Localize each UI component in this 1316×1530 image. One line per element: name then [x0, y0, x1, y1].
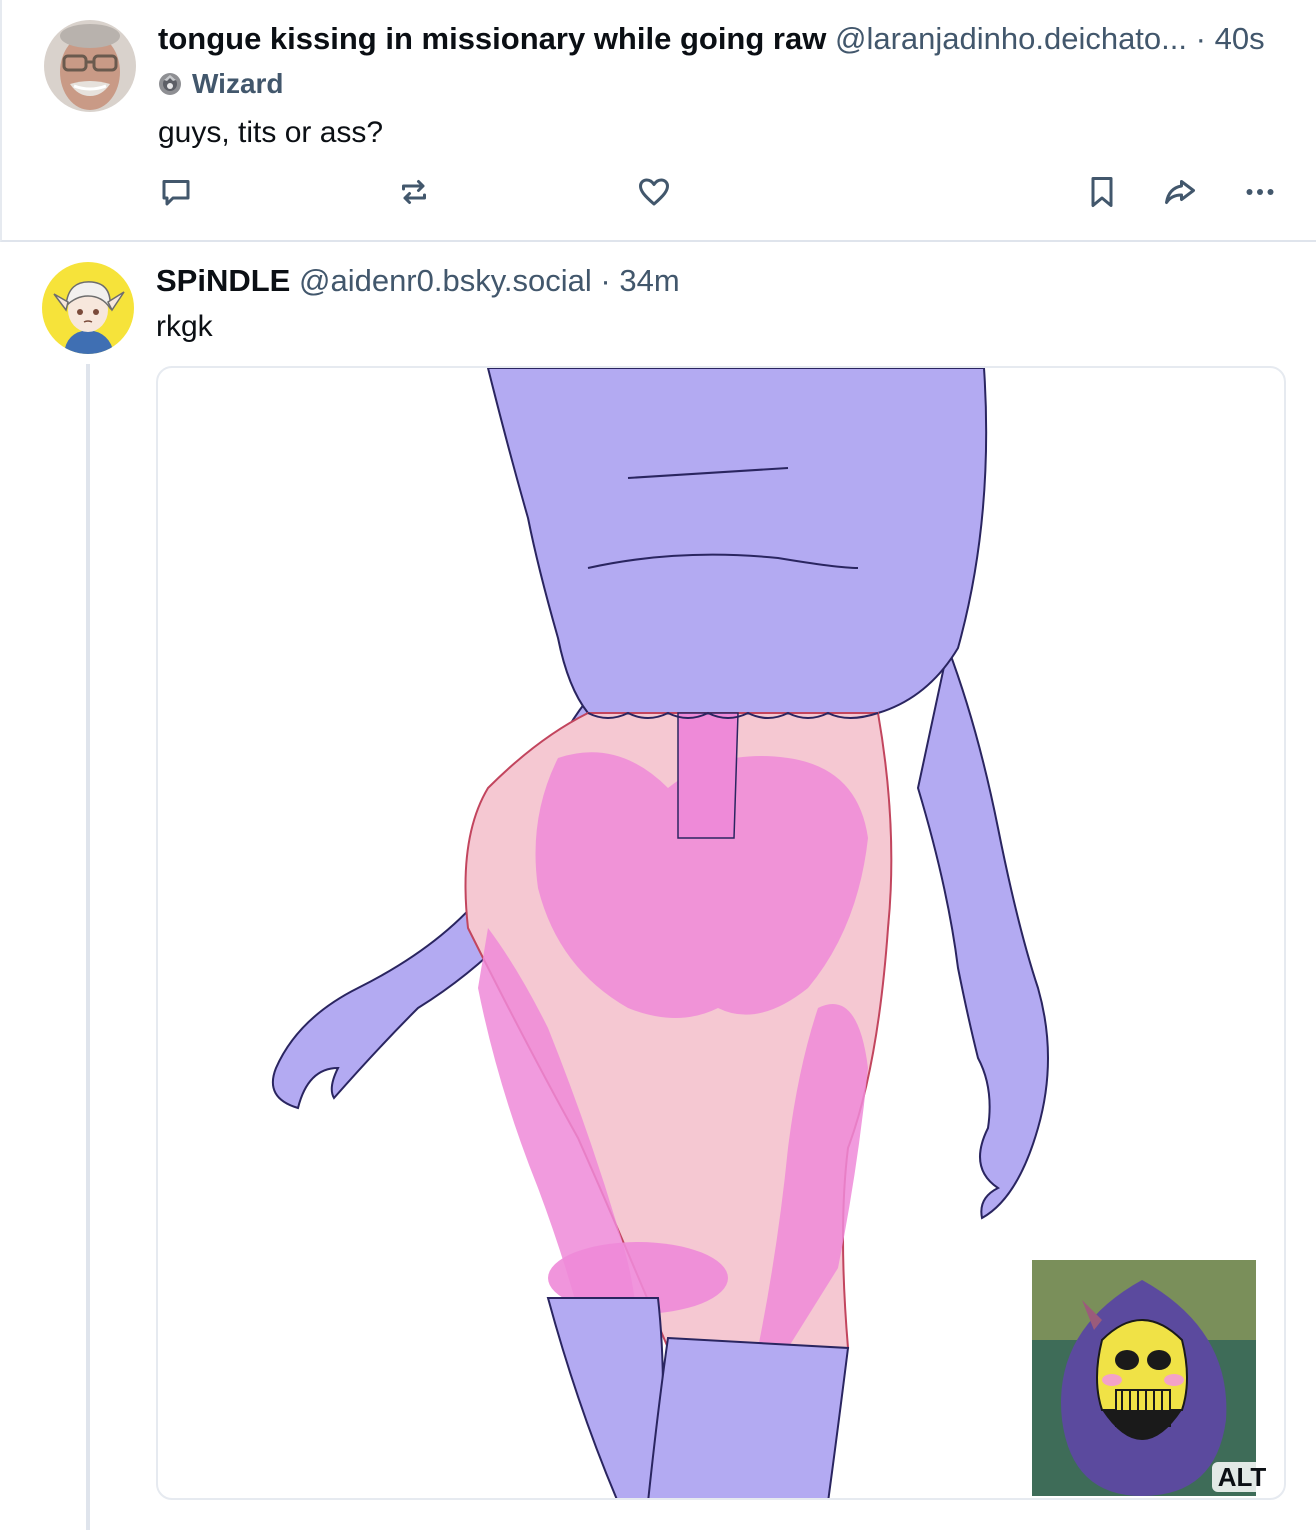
post-image[interactable]: ALT [156, 366, 1286, 1500]
reply-button[interactable] [156, 172, 196, 212]
repost-icon [402, 180, 426, 204]
thread-line [86, 364, 90, 1530]
post-text: rkgk [156, 310, 213, 343]
timestamp[interactable]: 40s [1215, 21, 1265, 56]
avatar-photo [44, 20, 136, 112]
repost-button[interactable] [394, 172, 434, 212]
display-name[interactable]: tongue kissing in missionary while going… [158, 21, 826, 56]
alt-text-button[interactable]: ALT [1212, 1462, 1272, 1492]
skeletor-reaction-image [1032, 1260, 1256, 1496]
handle[interactable]: @laranjadinho.deichato... [835, 21, 1187, 56]
post-card[interactable]: SPiNDLE @aidenr0.bsky.social · 34m rkgk [0, 242, 1316, 1530]
badge-label: Wizard [192, 68, 284, 99]
bookmark-icon [1091, 177, 1113, 207]
display-name[interactable]: SPiNDLE [156, 263, 290, 298]
post-header: SPiNDLE @aidenr0.bsky.social · 34m [156, 262, 680, 300]
avatar-drawing [42, 262, 134, 354]
feed: tongue kissing in missionary while going… [0, 0, 1316, 1530]
post-text: guys, tits or ass? [158, 116, 384, 149]
separator: · [600, 263, 611, 298]
like-button[interactable] [634, 172, 674, 212]
bookmark-button[interactable] [1082, 172, 1122, 212]
reply-icon [162, 180, 190, 206]
share-icon [1165, 180, 1195, 204]
separator: · [1195, 21, 1206, 56]
user-badge[interactable]: Wizard [158, 66, 284, 102]
post-card[interactable]: tongue kissing in missionary while going… [0, 0, 1316, 242]
like-icon [639, 178, 669, 206]
more-button[interactable] [1240, 172, 1280, 212]
user-avatar[interactable] [44, 20, 136, 112]
handle[interactable]: @aidenr0.bsky.social [299, 263, 592, 298]
post-header: tongue kissing in missionary while going… [158, 20, 1265, 58]
share-button[interactable] [1160, 172, 1200, 212]
user-avatar[interactable] [42, 262, 134, 354]
timestamp[interactable]: 34m [619, 263, 679, 298]
wizard-icon [159, 73, 181, 95]
more-icon [1246, 189, 1274, 195]
